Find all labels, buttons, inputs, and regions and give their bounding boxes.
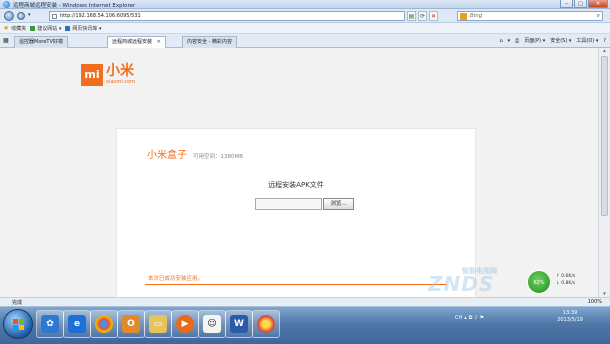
help-button[interactable]: ?	[603, 36, 606, 47]
tools-menu[interactable]: 工具(O) ▾	[576, 36, 598, 47]
maximize-button[interactable]: □	[574, 0, 587, 8]
search-icon[interactable]: ⌕	[597, 12, 600, 20]
address-tools: ▤ ⟳ ✕	[407, 11, 438, 21]
form-title: 远程安装APK文件	[268, 181, 324, 189]
mi-logo-mark: mi	[81, 64, 103, 86]
window-controls: – □ ✕	[560, 0, 608, 9]
taskbar-qq[interactable]: ☺	[198, 310, 226, 338]
chrome-icon	[95, 315, 113, 333]
network-icon[interactable]: ⧉	[469, 315, 473, 321]
window-title-bar: 远程商城远程安装 - Windows Internet Explorer – □…	[0, 0, 610, 9]
media-player-icon: ▶	[176, 315, 194, 333]
tab-bar: ▦ 遥控器MoreTV好端 远程商城远程安装 ✕ 内容安全 - 精彩内容 ⌂ ▾…	[0, 34, 610, 48]
product-name: 小米盒子	[147, 150, 187, 161]
vertical-scrollbar[interactable]: ▴ ▾	[598, 48, 610, 297]
ie-icon	[3, 1, 10, 8]
taskbar-outlook[interactable]: O	[117, 310, 145, 338]
zoom-level[interactable]: 100%	[588, 299, 602, 305]
word-icon: W	[230, 315, 248, 333]
outlook-icon: O	[122, 315, 140, 333]
tab-remote-install[interactable]: 远程商城远程安装 ✕	[107, 36, 166, 48]
safety-menu[interactable]: 安全(S) ▾	[550, 36, 571, 47]
tab-moretv[interactable]: 遥控器MoreTV好端	[14, 36, 68, 48]
volume-icon[interactable]: ♪	[474, 315, 477, 321]
upload-speed: 0.6K/s	[561, 274, 576, 279]
command-bar: ⌂ ▾ ⎙ 页面(P) ▾ 安全(S) ▾ 工具(O) ▾ ?	[499, 36, 606, 47]
xiaomi-logo[interactable]: mi 小米 xiaomi.com	[81, 64, 135, 86]
taskbar-app-1[interactable]: ✿	[36, 310, 64, 338]
forward-button[interactable]: ›	[17, 12, 25, 20]
close-button[interactable]: ✕	[588, 0, 608, 8]
ie-icon: e	[68, 315, 86, 333]
print-button[interactable]: ⎙	[515, 36, 519, 47]
status-text: 完成	[12, 300, 23, 306]
address-toolbar: ‹ › ▾ http://192.168.54.106:6095/531 ▤ ⟳…	[0, 9, 610, 23]
taskbar-chrome[interactable]	[90, 310, 118, 338]
address-field[interactable]: http://192.168.54.106:6095/531	[49, 11, 405, 21]
taskbar-word[interactable]: W	[225, 310, 253, 338]
available-space: 可用空间：1380MB	[193, 154, 244, 160]
qq-icon: ☺	[203, 315, 221, 333]
favorites-item-webslice[interactable]: 网页快讯库 ▾	[65, 25, 102, 32]
install-success-message: 本次已成功安装应用。	[148, 276, 204, 282]
windows-logo-icon	[13, 319, 25, 331]
suggested-sites-icon	[30, 25, 36, 31]
status-bar: 完成 100%	[0, 297, 610, 306]
start-button[interactable]	[3, 309, 33, 339]
tab-close-icon[interactable]: ✕	[157, 39, 161, 45]
star-icon: ★	[3, 23, 10, 32]
divider	[145, 284, 447, 285]
quick-tabs-icon[interactable]: ▦	[3, 37, 9, 44]
taskbar-browser-2[interactable]	[252, 310, 280, 338]
back-button[interactable]: ‹	[4, 11, 14, 21]
app-icon-1: ✿	[41, 315, 59, 333]
scroll-thumb[interactable]	[601, 56, 608, 216]
compat-view-button[interactable]: ▤	[407, 11, 416, 21]
history-dropdown-icon[interactable]: ▾	[28, 12, 31, 18]
install-card: 小米盒子 可用空间：1380MB 远程安装APK文件 浏览... 本次已成功安装…	[116, 128, 476, 297]
logo-chinese-text: 小米	[106, 63, 134, 79]
web-slice-icon	[65, 25, 71, 31]
system-tray: CH ▴ ⧉ ♪ ⚑	[455, 311, 484, 325]
window-title: 远程商城远程安装 - Windows Internet Explorer	[13, 3, 136, 9]
taskbar-explorer[interactable]: ▭	[144, 310, 172, 338]
tab-content-security[interactable]: 内容安全 - 精彩内容	[182, 36, 237, 48]
scroll-up-icon[interactable]: ▴	[599, 48, 610, 54]
card-heading: 小米盒子 可用空间：1380MB	[147, 146, 243, 161]
clock[interactable]: 13:39 2013/5/19	[540, 310, 600, 324]
clock-date: 2013/5/19	[557, 317, 583, 323]
favorites-button[interactable]: ★ 收藏夹	[3, 23, 26, 32]
minimize-button[interactable]: –	[560, 0, 573, 8]
browse-button[interactable]: 浏览...	[323, 198, 354, 210]
address-url: http://192.168.54.106:6095/531	[60, 13, 141, 19]
download-speed: 0.8K/s	[561, 281, 576, 286]
refresh-button[interactable]: ⟳	[418, 11, 427, 21]
logo-domain-text: xiaomi.com	[106, 79, 135, 85]
search-placeholder: Bing	[470, 13, 483, 19]
stop-button[interactable]: ✕	[429, 11, 438, 21]
taskbar-media[interactable]: ▶	[171, 310, 199, 338]
home-button[interactable]: ⌂	[499, 36, 502, 47]
favorites-item-suggested[interactable]: 建议网站 ▾	[30, 25, 61, 32]
network-speed-stats: ↑ 0.6K/s ↓ 0.8K/s	[556, 273, 575, 287]
page-viewport: mi 小米 xiaomi.com 小米盒子 可用空间：1380MB 远程安装AP…	[0, 48, 598, 297]
apk-file-input[interactable]	[255, 198, 322, 210]
tray-arrow-icon[interactable]: ▴	[464, 315, 467, 321]
flag-icon[interactable]: ⚑	[480, 315, 484, 321]
taskbar-ie[interactable]: e	[63, 310, 91, 338]
search-input[interactable]: Bing ⌕	[457, 11, 603, 21]
bing-icon	[460, 13, 467, 20]
upload-arrow-icon: ↑	[556, 274, 560, 279]
language-indicator[interactable]: CH	[455, 315, 462, 321]
browser-icon	[257, 315, 275, 333]
favorites-bar: ★ 收藏夹 建议网站 ▾ 网页快讯库 ▾	[0, 23, 610, 34]
clock-time: 13:39	[562, 310, 578, 316]
page-icon	[52, 14, 57, 19]
folder-icon: ▭	[149, 315, 167, 333]
network-speed-gadget[interactable]: 62%	[527, 270, 551, 294]
taskbar: ✿ e O ▭ ▶ ☺ W CH ▴ ⧉ ♪ ⚑ 13:39 2013/5/19	[0, 306, 610, 344]
page-menu[interactable]: 页面(P) ▾	[524, 36, 545, 47]
download-arrow-icon: ↓	[556, 281, 560, 286]
feeds-button[interactable]: ▾	[508, 36, 511, 47]
